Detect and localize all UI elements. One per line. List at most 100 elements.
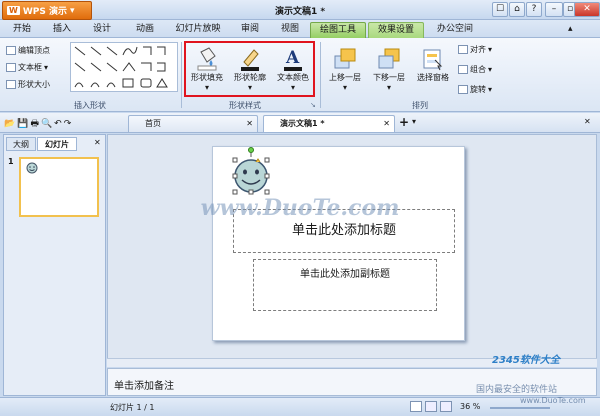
tab-current-label: 演示文稿1 *: [280, 119, 325, 128]
textbox-icon: [6, 62, 16, 72]
shape-size-label: 形状大小: [18, 79, 50, 89]
tab-animation[interactable]: 动画: [128, 22, 162, 38]
group-label-insert-shape: 插入形状: [74, 101, 106, 110]
home-icon[interactable]: ⌂: [509, 2, 525, 17]
group-button[interactable]: 组合 ▾: [458, 62, 518, 76]
quick-access-toolbar: 📂💾🖶🔍↶↷: [4, 116, 73, 132]
chevron-down-icon: ▾: [342, 83, 347, 92]
tab-design[interactable]: 设计: [88, 22, 116, 38]
print-icon[interactable]: 🖶: [30, 119, 41, 129]
divider: [320, 42, 321, 108]
tab-review[interactable]: 审阅: [236, 22, 264, 38]
textbox-button[interactable]: 文本框 ▾: [6, 60, 66, 74]
ribbon-tabs: 开始 插入 设计 动画 幻灯片放映 审阅 视图 绘图工具 效果设置 办公空间 ▴: [0, 20, 600, 38]
status-bar: 幻灯片 1 / 1 36 %: [0, 397, 600, 416]
selection-pane-label: 选择窗格: [417, 73, 449, 82]
rotate-handle-icon[interactable]: [248, 147, 254, 153]
close-icon[interactable]: ✕: [246, 116, 253, 132]
edit-vertex-label: 编辑顶点: [18, 45, 50, 55]
title-bar: W WPS 演示 ▾ 演示文稿1 * ☐ ⌂ ? – ▫ ✕: [0, 0, 600, 20]
notes-placeholder: 单击添加备注: [114, 381, 174, 392]
chevron-down-icon: ▾: [386, 83, 391, 92]
selection-pane-icon: [423, 49, 443, 71]
tab-current-doc[interactable]: 演示文稿1 * ✕: [263, 115, 395, 132]
redo-icon[interactable]: ↷: [64, 119, 74, 129]
tab-view[interactable]: 视图: [276, 22, 304, 38]
wps-menu-button[interactable]: W WPS 演示 ▾: [2, 1, 92, 20]
watermark-brand: 2345软件大全: [492, 355, 560, 366]
window-title: 演示文稿1 *: [274, 7, 326, 17]
slideshow-view-icon[interactable]: [440, 401, 452, 412]
tab-insert[interactable]: 插入: [48, 22, 76, 38]
send-backward-icon: [378, 48, 400, 69]
tab-slides[interactable]: 幻灯片: [37, 137, 77, 151]
tab-outline[interactable]: 大纲: [6, 137, 36, 151]
edit-vertex-button[interactable]: 编辑顶点: [6, 43, 66, 57]
watermark-url: www.DuoTe.com: [520, 396, 586, 405]
bring-forward-button[interactable]: 上移一层 ▾: [324, 46, 366, 92]
tab-office-space[interactable]: 办公空间: [430, 22, 480, 38]
help-icon[interactable]: ?: [526, 2, 542, 17]
collapse-ribbon-icon[interactable]: ▴: [568, 24, 573, 34]
minimize-button[interactable]: –: [545, 2, 563, 17]
slide-number: 1: [8, 157, 14, 166]
slide-counter: 幻灯片 1 / 1: [110, 403, 155, 412]
smiley-shape[interactable]: [228, 147, 274, 199]
wps-menu-label: WPS 演示: [22, 7, 67, 17]
group-icon: [458, 64, 468, 74]
chevron-down-icon: ▾: [488, 44, 493, 54]
tab-start[interactable]: 开始: [8, 22, 36, 38]
rotate-button[interactable]: 旋转 ▾: [458, 82, 518, 96]
slide-sorter-icon[interactable]: [425, 401, 437, 412]
divider: [181, 42, 182, 108]
selection-pane-button[interactable]: 选择窗格: [412, 46, 454, 83]
adjust-handle-icon[interactable]: [255, 158, 261, 163]
save-icon[interactable]: 💾: [17, 119, 30, 129]
zoom-slider[interactable]: [490, 407, 550, 409]
chevron-down-icon: ▾: [69, 5, 75, 16]
watermark-slogan: 国内最安全的软件站: [476, 385, 558, 395]
send-backward-button[interactable]: 下移一层 ▾: [368, 46, 410, 92]
textbox-label: 文本框: [18, 62, 42, 72]
slide-thumbnail[interactable]: [19, 157, 99, 217]
tab-effect-settings[interactable]: 效果设置: [368, 22, 424, 38]
shape-gallery[interactable]: [70, 42, 178, 92]
tab-slideshow[interactable]: 幻灯片放映: [172, 22, 224, 38]
smiley-icon: [26, 162, 38, 174]
zoom-level: 36 %: [460, 402, 481, 411]
subtitle-placeholder[interactable]: 单击此处添加副标题: [253, 259, 437, 311]
dialog-launcher-icon[interactable]: ↘: [310, 101, 316, 109]
tab-drawing-tools[interactable]: 绘图工具: [310, 22, 366, 38]
close-all-icon[interactable]: ✕: [584, 117, 591, 126]
edit-vertex-icon: [6, 45, 16, 55]
tab-home-doc[interactable]: 首页 ✕: [128, 115, 258, 132]
print-preview-icon[interactable]: 🔍: [41, 119, 54, 129]
wps-logo-icon: W: [7, 6, 20, 15]
close-icon[interactable]: ✕: [383, 116, 390, 132]
group-label-shape-style: 形状样式: [229, 101, 261, 110]
shape-size-button[interactable]: 形状大小: [6, 77, 66, 91]
chevron-down-icon: ▾: [488, 64, 493, 74]
close-panel-icon[interactable]: ✕: [94, 138, 101, 147]
align-label: 对齐: [470, 44, 486, 54]
skin-icon[interactable]: ☐: [492, 2, 508, 17]
shape-gallery-icons: [74, 46, 168, 88]
close-window-button[interactable]: ✕: [574, 2, 600, 17]
rotate-label: 旋转: [470, 84, 486, 94]
send-backward-label: 下移一层: [373, 73, 405, 82]
group-label-arrange: 排列: [412, 101, 428, 110]
document-tab-bar: 📂💾🖶🔍↶↷ 首页 ✕ 演示文稿1 * ✕ + ▾ ✕: [0, 113, 600, 133]
align-icon: [458, 44, 468, 54]
undo-icon[interactable]: ↶: [54, 119, 64, 129]
watermark-center: www.DuoTe.com: [200, 195, 400, 221]
chevron-down-icon: ▾: [488, 84, 493, 94]
slides-panel: 大纲 幻灯片 ✕ 1: [3, 134, 106, 396]
align-button[interactable]: 对齐 ▾: [458, 42, 518, 56]
bring-forward-icon: [334, 48, 356, 69]
open-folder-icon[interactable]: 📂: [4, 119, 17, 129]
chevron-down-icon: ▾: [44, 62, 49, 72]
shape-size-icon: [6, 79, 16, 89]
new-tab-icon[interactable]: +: [399, 115, 409, 129]
normal-view-icon[interactable]: [410, 401, 422, 412]
chevron-down-icon[interactable]: ▾: [412, 117, 416, 126]
